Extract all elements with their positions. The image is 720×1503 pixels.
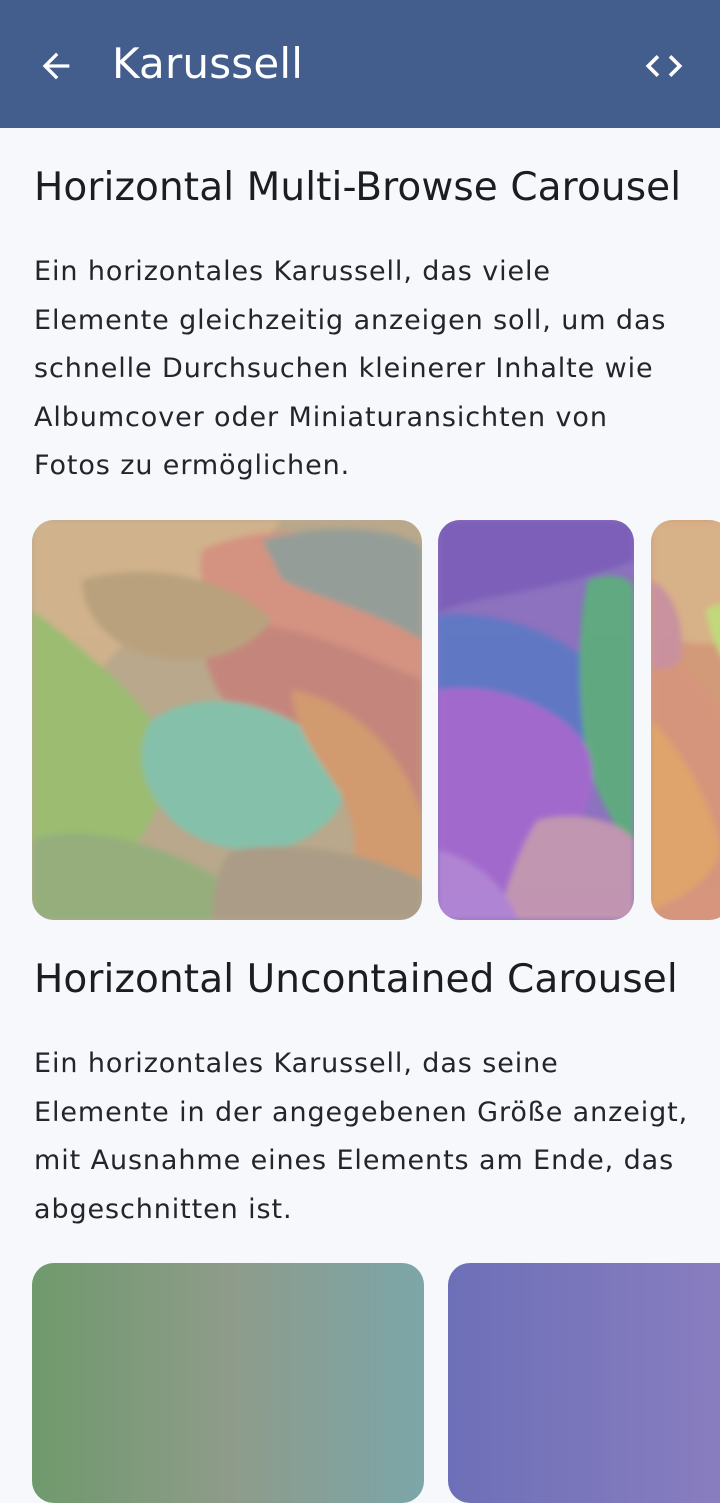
top-app-bar: Karussell <box>0 0 720 128</box>
carousel-item[interactable] <box>448 1263 720 1503</box>
carousel-item[interactable] <box>651 520 720 920</box>
carousel-image <box>32 520 422 920</box>
code-icon <box>645 55 683 77</box>
section-description-multi-browse: Ein horizontales Karussell, das viele El… <box>34 256 667 481</box>
carousel-item[interactable] <box>32 520 422 920</box>
carousel-image <box>448 1263 720 1503</box>
carousel-image <box>438 520 634 920</box>
arrow-back-icon <box>42 52 70 80</box>
page-title: Karussell <box>112 39 304 88</box>
section-description-uncontained: Ein horizontales Karussell, das seine El… <box>34 1048 689 1225</box>
section-title-uncontained: Horizontal Uncontained Carousel <box>34 957 678 1002</box>
carousel-item[interactable] <box>438 520 634 920</box>
carousel-item[interactable] <box>32 1263 424 1503</box>
section-title-multi-browse: Horizontal Multi-Browse Carousel <box>34 165 682 210</box>
back-button[interactable] <box>30 40 82 92</box>
carousel-image <box>32 1263 424 1503</box>
carousel-image <box>651 520 720 920</box>
view-source-button[interactable] <box>638 40 690 92</box>
